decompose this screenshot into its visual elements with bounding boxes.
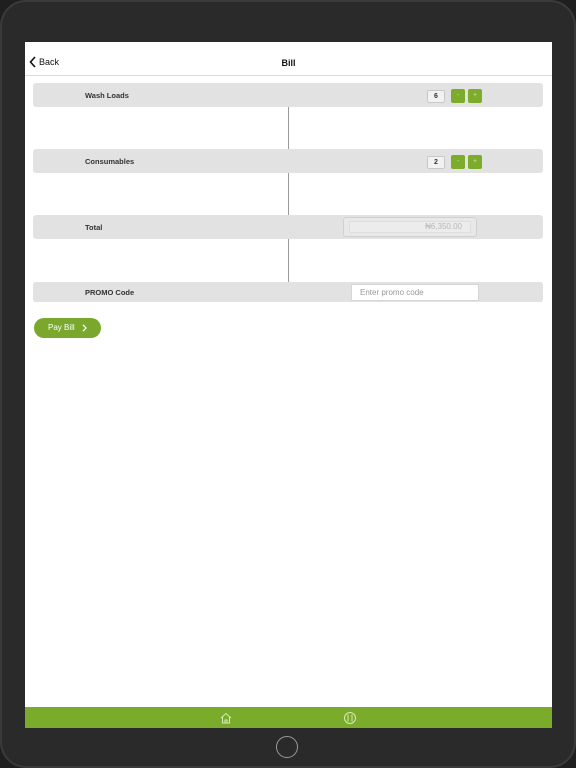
wash-icon — [344, 712, 356, 724]
promo-label: PROMO Code — [85, 288, 135, 297]
total-row: Total ₦6,350.00 — [33, 215, 543, 239]
total-label: Total — [85, 223, 103, 232]
wash-loads-plus-button[interactable]: + — [468, 89, 482, 103]
consumables-label: Consumables — [85, 157, 135, 166]
pay-bill-label: Pay Bill — [48, 323, 75, 332]
consumables-plus-button[interactable]: + — [468, 155, 482, 169]
tab-home[interactable] — [219, 711, 233, 725]
chevron-right-icon — [82, 324, 87, 332]
divider-line — [288, 173, 289, 215]
wash-loads-minus-button[interactable]: - — [451, 89, 465, 103]
promo-code-input[interactable] — [351, 284, 479, 301]
wash-loads-row: Wash Loads 6 - + — [33, 83, 543, 107]
pay-bill-button[interactable]: Pay Bill — [34, 318, 101, 338]
divider-line — [288, 239, 289, 282]
device-home-button[interactable] — [276, 736, 298, 758]
tab-wash[interactable] — [343, 711, 357, 725]
page-title: Bill — [281, 58, 296, 68]
tablet-frame: Back Bill Wash Loads 6 - + Consumables 2… — [0, 0, 576, 768]
total-field: ₦6,350.00 — [343, 217, 477, 237]
total-value: ₦6,350.00 — [349, 221, 471, 233]
consumables-minus-button[interactable]: - — [451, 155, 465, 169]
tab-bar — [25, 707, 552, 728]
wash-loads-count: 6 — [427, 90, 445, 103]
wash-loads-label: Wash Loads — [85, 91, 129, 100]
consumables-row: Consumables 2 - + — [33, 149, 543, 173]
consumables-count: 2 — [427, 156, 445, 169]
home-icon — [220, 712, 232, 724]
nav-bar: Back Bill — [25, 42, 552, 76]
screen: Back Bill Wash Loads 6 - + Consumables 2… — [25, 42, 552, 728]
divider-line — [288, 107, 289, 149]
promo-row: PROMO Code — [33, 282, 543, 302]
